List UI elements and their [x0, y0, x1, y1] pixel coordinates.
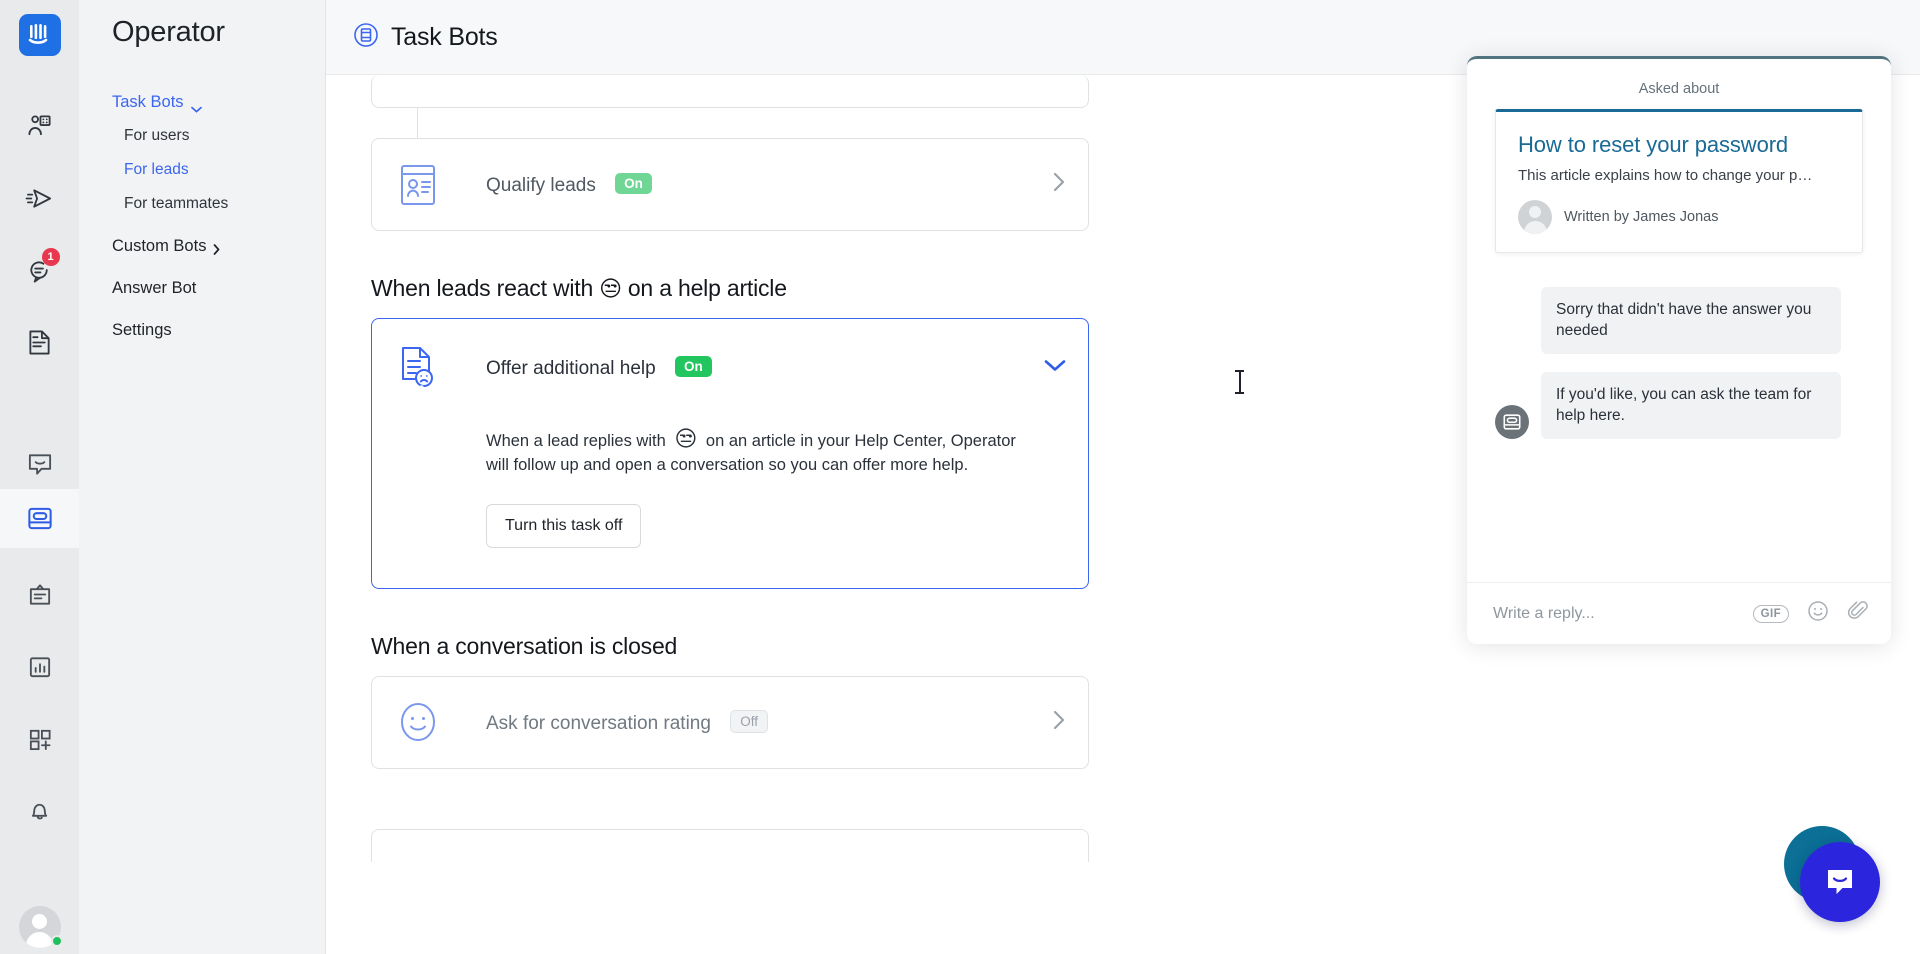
content-inner: Qualify leads On When leads react with 😒…	[347, 75, 1112, 862]
app-root: 1 Operator Task Bots For users For leads…	[0, 0, 1920, 954]
sidebar-item-for-teammates[interactable]: For teammates	[79, 187, 325, 221]
sidebar-item-label: Answer Bot	[112, 279, 197, 297]
article-title[interactable]: How to reset your password	[1518, 132, 1840, 158]
reports-chart-icon[interactable]	[15, 642, 65, 692]
sidebar-item-operator[interactable]	[0, 489, 79, 548]
next-task-card-cutoff[interactable]	[371, 828, 1089, 862]
sidebar-item-label: Task Bots	[112, 93, 184, 111]
expanded-card-header: Offer additional help On	[394, 345, 1066, 391]
sidebar-item-for-users[interactable]: For users	[79, 119, 325, 153]
message-bubble: Sorry that didn't have the answer you ne…	[1541, 287, 1841, 354]
chevron-right-icon[interactable]	[1053, 172, 1066, 197]
article-description: This article explains how to change your…	[1518, 167, 1813, 184]
nav-list: Task Bots For users For leads For teamma…	[79, 86, 325, 347]
asked-about-label: Asked about	[1638, 81, 1720, 97]
sidebar-item-for-leads[interactable]: For leads	[79, 153, 325, 187]
intercom-logo-icon[interactable]	[18, 14, 61, 56]
chevron-down-icon	[190, 99, 202, 113]
turn-task-off-button[interactable]: Turn this task off	[486, 503, 642, 548]
gif-icon[interactable]: GIF	[1752, 604, 1789, 623]
sad-emoji: 😒	[674, 426, 698, 451]
primary-icon-rail: 1	[0, 0, 79, 954]
chevron-down-icon[interactable]	[1044, 359, 1066, 377]
sidebar-item-answer-bot[interactable]: Answer Bot	[79, 272, 325, 305]
section-heading-react: When leads react with 😒 on a help articl…	[371, 275, 787, 301]
sidebar-item-task-bots[interactable]: Task Bots	[79, 86, 325, 119]
qualify-leads-icon	[394, 163, 442, 207]
messenger-composer: Write a reply... GIF	[1467, 582, 1891, 644]
reply-input[interactable]: Write a reply...	[1493, 605, 1753, 623]
inbox-conversations-icon[interactable]: 1	[15, 245, 65, 295]
page-title: Task Bots	[391, 22, 498, 51]
contacts-icon[interactable]	[15, 101, 65, 151]
offer-additional-help-icon	[394, 345, 442, 391]
task-card-offer-additional-help[interactable]: Offer additional help On When a lead rep…	[371, 318, 1089, 589]
task-bots-icon	[353, 22, 379, 53]
messenger-icon[interactable]	[15, 439, 65, 489]
bell-icon[interactable]	[15, 786, 65, 836]
task-title: Qualify leads On	[486, 172, 652, 197]
chevron-right-icon[interactable]	[1053, 710, 1066, 735]
message-bubble: If you'd like, you can ask the team for …	[1541, 371, 1841, 439]
task-title: Offer additional help On	[486, 356, 712, 380]
avatar-spacer	[1495, 320, 1529, 354]
task-title: Ask for conversation rating Off	[486, 709, 768, 735]
online-status-dot	[51, 935, 63, 947]
chevron-right-icon	[213, 241, 220, 255]
author-avatar	[1518, 200, 1552, 234]
message-row: If you'd like, you can ask the team for …	[1467, 371, 1891, 439]
section-heading-closed: When a conversation is closed	[371, 632, 678, 659]
emoji-smiley-icon[interactable]	[1807, 600, 1829, 627]
clipboard-icon[interactable]	[15, 570, 65, 620]
task-card-ask-for-rating[interactable]: Ask for conversation rating Off	[371, 675, 1089, 769]
article-author: Written by James Jonas	[1518, 200, 1840, 234]
main-panel: Task Bots Qualify leads On When leads re…	[325, 0, 1920, 954]
messenger-conversation: Asked about How to reset your password T…	[1467, 59, 1891, 582]
article-preview-card[interactable]: How to reset your password This article …	[1495, 109, 1863, 253]
task-description: When a lead replies with 😒 on an article…	[486, 426, 1016, 475]
status-badge: On	[675, 356, 712, 377]
messenger-preview-panel: Asked about How to reset your password T…	[1467, 56, 1891, 644]
messenger-launcher	[1784, 826, 1880, 922]
articles-icon[interactable]	[15, 317, 65, 367]
outbound-send-icon[interactable]	[15, 173, 65, 223]
nav-title: Operator	[112, 16, 225, 48]
message-row: Sorry that didn't have the answer you ne…	[1467, 287, 1891, 354]
previous-task-card-cutoff[interactable]	[371, 75, 1089, 108]
secondary-nav: Operator Task Bots For users For leads F…	[79, 0, 325, 954]
status-badge: Off	[730, 709, 768, 733]
sad-emoji: 😒	[599, 275, 622, 301]
messenger-launcher-icon[interactable]	[1800, 842, 1880, 922]
composer-icons: GIF	[1752, 600, 1869, 627]
article-author-name: Written by James Jonas	[1564, 209, 1719, 225]
task-card-qualify-leads[interactable]: Qualify leads On	[371, 138, 1089, 231]
sidebar-item-custom-bots[interactable]: Custom Bots	[79, 230, 325, 263]
apps-grid-add-icon[interactable]	[15, 714, 65, 764]
sidebar-item-settings[interactable]: Settings	[79, 314, 325, 347]
inbox-unread-badge: 1	[41, 248, 60, 266]
attachment-paperclip-icon[interactable]	[1847, 600, 1869, 627]
sidebar-item-label: Custom Bots	[112, 237, 207, 255]
status-badge: On	[615, 172, 652, 194]
operator-bot-icon	[1495, 404, 1529, 439]
task-connector-line	[417, 108, 418, 138]
smiley-rating-icon	[394, 700, 442, 744]
sidebar-item-label: Settings	[112, 321, 172, 339]
